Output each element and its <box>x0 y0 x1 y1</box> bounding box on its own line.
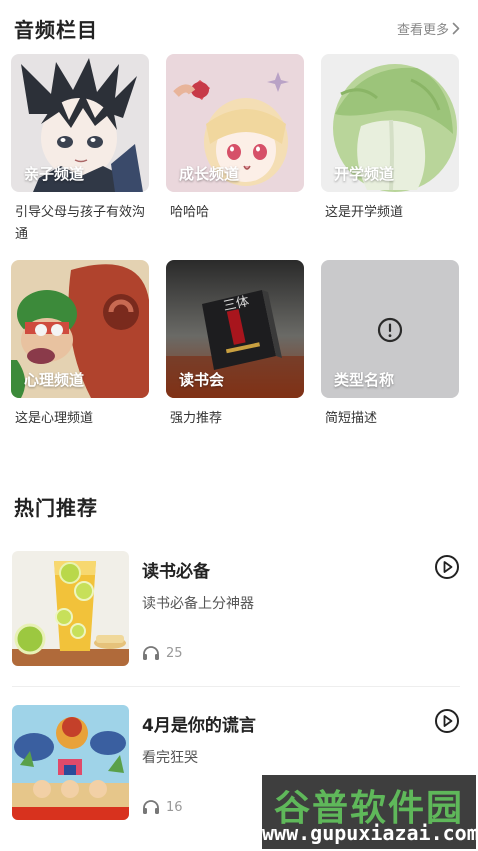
category-description: 引导父母与孩子有效沟通 <box>15 205 146 242</box>
category-card-parenting[interactable]: 亲子频道 引导父母与孩子有效沟通 <box>11 54 149 260</box>
category-description: 简短描述 <box>325 411 378 426</box>
category-description: 强力推荐 <box>170 411 223 426</box>
audio-category-grid: 亲子频道 引导父母与孩子有效沟通 成长频道 哈哈哈 开学频道 这是开学频道 心理… <box>11 54 459 466</box>
recommendation-thumbnail <box>12 551 129 666</box>
see-more-label: 查看更多 <box>396 23 449 38</box>
category-thumbnail: 类型名称 <box>321 260 459 398</box>
category-description: 这是开学频道 <box>325 205 404 220</box>
category-label: 心理频道 <box>24 371 85 389</box>
category-card-placeholder[interactable]: 类型名称 简短描述 <box>321 260 459 466</box>
see-more-link[interactable]: 查看更多 <box>397 19 460 38</box>
category-card-growth[interactable]: 成长频道 哈哈哈 <box>166 54 304 260</box>
recommendation-item[interactable]: 读书必备 读书必备上分神器 25 <box>12 551 460 669</box>
category-thumbnail: 成长频道 <box>166 54 304 192</box>
audio-section-title: 音频栏目 <box>14 18 98 42</box>
headphones-icon <box>143 646 159 660</box>
recommendation-subtitle: 读书必备上分神器 <box>142 596 254 612</box>
recommendation-title: 4月是你的谎言 <box>142 716 256 736</box>
listen-count: 25 <box>142 645 183 661</box>
chevron-right-icon <box>452 22 460 35</box>
cartoon-poster-image <box>12 705 129 820</box>
category-label: 读书会 <box>179 371 225 389</box>
category-card-book-club[interactable]: 三体 读书会 强力推荐 <box>166 260 304 466</box>
category-label: 亲子频道 <box>24 165 85 183</box>
category-thumbnail: 心理频道 <box>11 260 149 398</box>
category-label: 成长频道 <box>179 165 240 183</box>
alert-circle-icon <box>377 317 403 343</box>
recommendation-thumbnail <box>12 705 129 820</box>
category-description: 哈哈哈 <box>170 205 210 220</box>
headphones-icon <box>143 800 159 814</box>
hot-section-header: 热门推荐 <box>14 492 460 521</box>
lemon-tea-image <box>12 551 129 666</box>
play-circle-icon[interactable] <box>434 554 460 580</box>
hot-section-title: 热门推荐 <box>14 496 98 520</box>
audio-section-header: 音频栏目 查看更多 <box>14 14 460 43</box>
recommendation-subtitle: 看完狂哭 <box>142 750 198 766</box>
category-label: 类型名称 <box>334 371 395 389</box>
category-card-school-start[interactable]: 开学频道 这是开学频道 <box>321 54 459 260</box>
watermark-url: www.gupuxiazai.com <box>262 821 478 845</box>
listen-count-value: 16 <box>166 799 183 815</box>
category-description: 这是心理频道 <box>15 411 94 426</box>
category-thumbnail: 三体 读书会 <box>166 260 304 398</box>
category-card-psychology[interactable]: 心理频道 这是心理频道 <box>11 260 149 466</box>
listen-count: 16 <box>142 799 183 815</box>
play-circle-icon[interactable] <box>434 708 460 734</box>
watermark: 谷普软件园 www.gupuxiazai.com <box>262 775 478 849</box>
category-thumbnail: 亲子频道 <box>11 54 149 192</box>
divider <box>12 686 460 687</box>
recommendation-title: 读书必备 <box>142 562 210 582</box>
listen-count-value: 25 <box>166 645 183 661</box>
category-thumbnail: 开学频道 <box>321 54 459 192</box>
category-label: 开学频道 <box>334 165 395 183</box>
